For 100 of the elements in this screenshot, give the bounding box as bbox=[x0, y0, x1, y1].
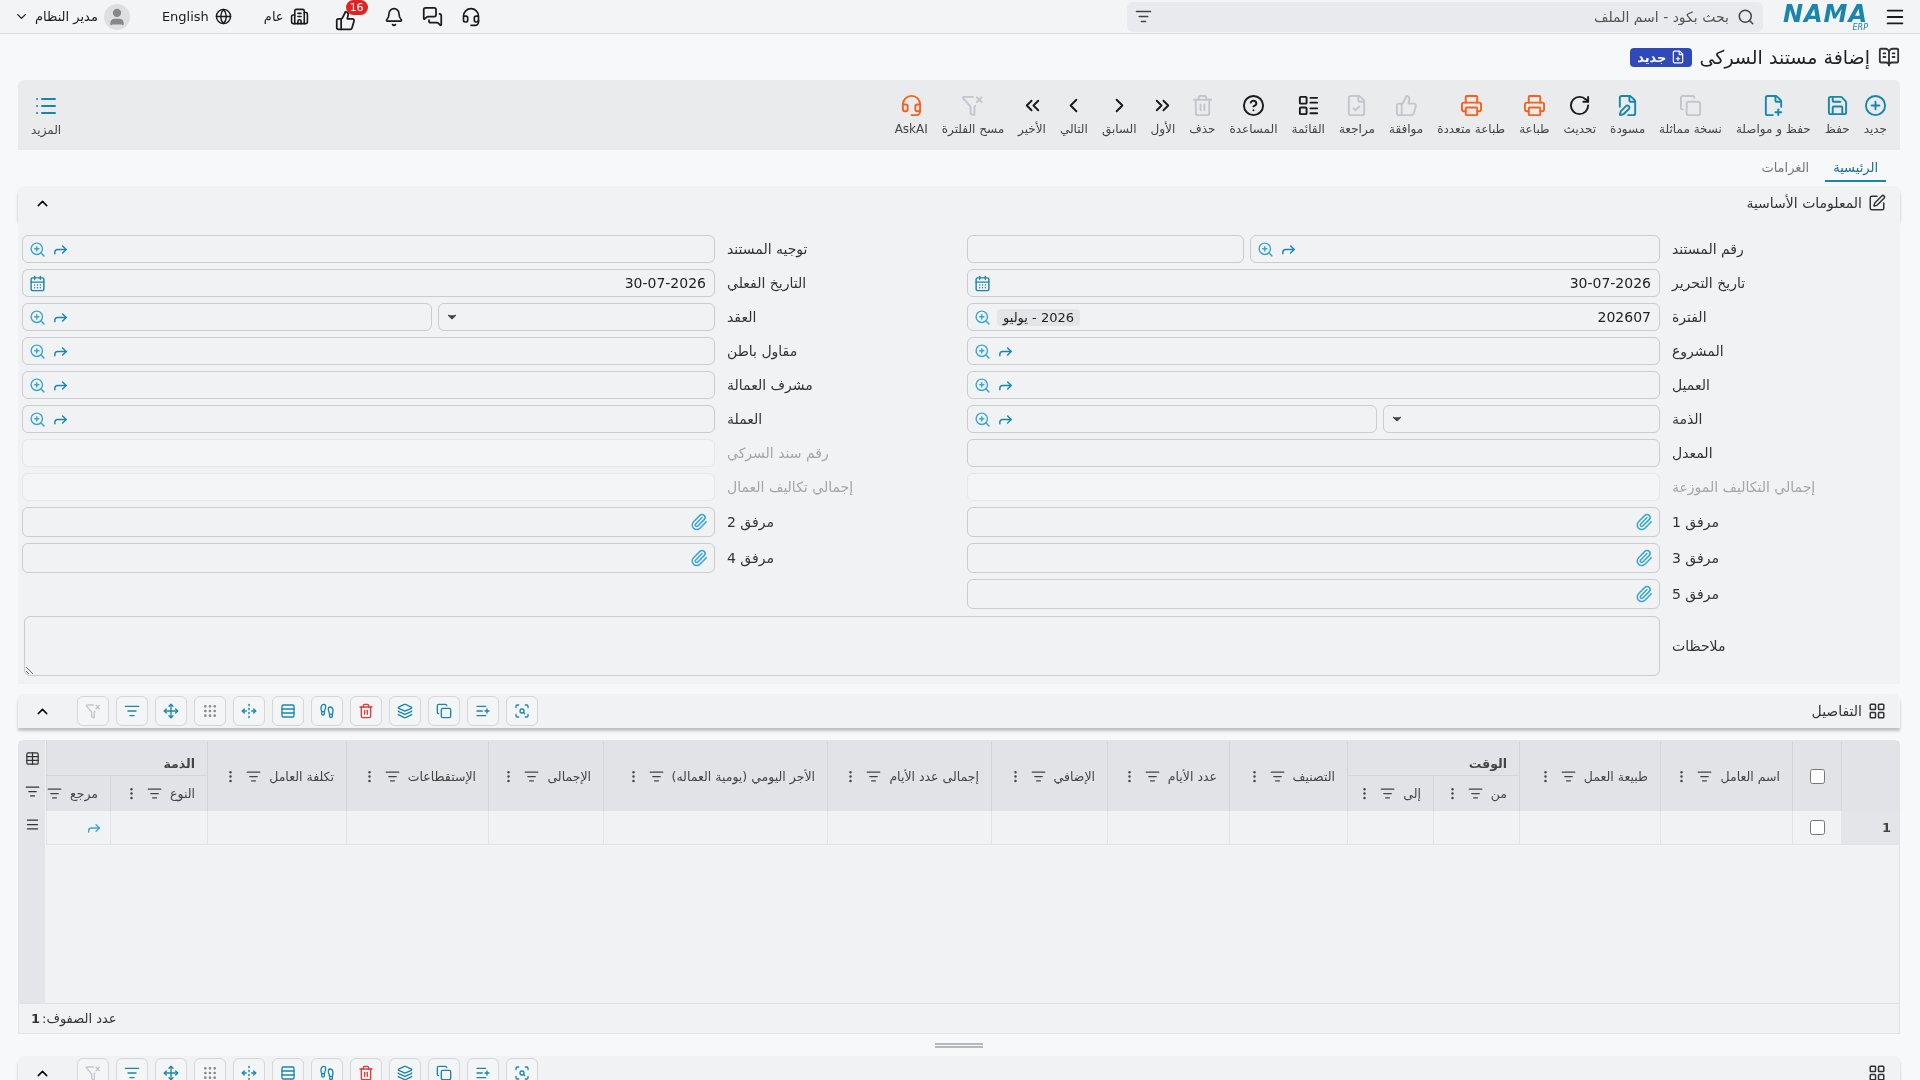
rows-button[interactable] bbox=[272, 696, 304, 726]
filter-icon[interactable] bbox=[246, 768, 262, 784]
column-header[interactable]: إلى bbox=[1347, 776, 1433, 811]
last-button[interactable]: الأخير bbox=[1011, 90, 1053, 140]
multi-print-button[interactable]: طباعة متعددة bbox=[1430, 90, 1513, 140]
column-header[interactable]: الإستقطاعات bbox=[346, 741, 488, 811]
refresh-button[interactable]: تحديث bbox=[1556, 90, 1604, 140]
search-input[interactable]: بحث بكود - اسم الملف bbox=[1157, 7, 1731, 26]
column-header[interactable]: اسم العامل bbox=[1660, 741, 1792, 811]
lookup-field[interactable] bbox=[967, 337, 1660, 365]
save-button[interactable]: حفظ bbox=[1817, 90, 1857, 140]
lookup-field[interactable] bbox=[22, 303, 432, 331]
copy-button[interactable] bbox=[428, 696, 460, 726]
language-button[interactable]: English bbox=[159, 6, 234, 27]
lookup-field[interactable] bbox=[22, 405, 715, 433]
lookup-field[interactable] bbox=[22, 337, 715, 365]
select-field[interactable] bbox=[437, 303, 715, 331]
date-field[interactable]: 30-07-2026 bbox=[967, 269, 1660, 297]
filter-button[interactable] bbox=[116, 1058, 148, 1080]
attachment-field[interactable] bbox=[967, 543, 1660, 573]
grip-button[interactable] bbox=[194, 1058, 226, 1080]
layers-button[interactable] bbox=[389, 1058, 421, 1080]
filter-icon[interactable] bbox=[24, 784, 40, 799]
attachment-field[interactable] bbox=[22, 543, 715, 573]
period-input[interactable]: 202607 bbox=[1086, 308, 1653, 326]
filter-icon[interactable] bbox=[1560, 768, 1576, 784]
lookup-field[interactable] bbox=[967, 405, 1377, 433]
run-button[interactable] bbox=[311, 1058, 343, 1080]
filter-icon[interactable] bbox=[866, 768, 882, 784]
filter-icon[interactable] bbox=[1380, 786, 1396, 801]
list-button[interactable]: القائمة bbox=[1284, 90, 1332, 140]
filter-icon[interactable] bbox=[384, 768, 400, 784]
first-button[interactable]: الأول bbox=[1143, 90, 1183, 140]
select-field[interactable] bbox=[1382, 405, 1660, 433]
search-field[interactable]: بحث بكود - اسم الملف bbox=[1126, 1, 1763, 32]
paperclip-icon[interactable] bbox=[1635, 513, 1653, 531]
calendar-icon[interactable] bbox=[29, 274, 46, 292]
select-all-checkbox[interactable] bbox=[1809, 768, 1825, 784]
fit-button[interactable] bbox=[233, 1058, 265, 1080]
paperclip-icon[interactable] bbox=[690, 549, 708, 567]
paperclip-icon[interactable] bbox=[1635, 585, 1653, 603]
lookup-field[interactable] bbox=[22, 371, 715, 399]
column-header[interactable]: الأجر اليومي (يومية العماله) bbox=[603, 741, 827, 811]
filter-icon[interactable] bbox=[147, 786, 162, 801]
filter-icon[interactable] bbox=[648, 768, 664, 784]
search-plus-icon[interactable] bbox=[974, 376, 991, 394]
column-header[interactable]: التصنيف bbox=[1229, 741, 1347, 811]
search-plus-icon[interactable] bbox=[29, 410, 46, 428]
column-header[interactable]: إجمالى عدد الأيام bbox=[827, 741, 991, 811]
run-button[interactable] bbox=[311, 696, 343, 726]
notes-field[interactable] bbox=[24, 616, 1660, 676]
search-plus-icon[interactable] bbox=[974, 342, 991, 360]
filter-icon[interactable] bbox=[1697, 768, 1713, 784]
move-button[interactable] bbox=[155, 696, 187, 726]
column-header[interactable]: مرجع bbox=[46, 776, 110, 811]
column-header[interactable]: الإضافي bbox=[991, 741, 1107, 811]
date-field[interactable]: 30-07-2026 bbox=[22, 269, 715, 297]
lookup-field[interactable] bbox=[1250, 235, 1660, 263]
copy-button[interactable] bbox=[428, 1058, 460, 1080]
print-button[interactable]: طباعة bbox=[1512, 90, 1557, 140]
table-icon[interactable] bbox=[24, 751, 40, 766]
grip-button[interactable] bbox=[194, 696, 226, 726]
delete-button[interactable] bbox=[350, 1058, 382, 1080]
move-button[interactable] bbox=[155, 1058, 187, 1080]
paperclip-icon[interactable] bbox=[1635, 549, 1653, 567]
filter-icon[interactable] bbox=[1144, 768, 1160, 784]
save-continue-button[interactable]: حفظ و مواصلة bbox=[1728, 90, 1818, 140]
add-row-button[interactable] bbox=[467, 1058, 499, 1080]
delete-button[interactable] bbox=[350, 696, 382, 726]
branch-button[interactable]: عام bbox=[261, 5, 311, 28]
user-menu[interactable]: مدير النظام bbox=[12, 1, 132, 32]
filter-icon[interactable] bbox=[1134, 8, 1152, 25]
row-checkbox[interactable] bbox=[1809, 820, 1825, 835]
attachment-field[interactable] bbox=[967, 579, 1660, 609]
filter-icon[interactable] bbox=[1030, 768, 1046, 784]
filter-button[interactable] bbox=[116, 696, 148, 726]
date-input[interactable]: 30-07-2026 bbox=[997, 274, 1653, 292]
filter-icon[interactable] bbox=[47, 786, 62, 801]
date-input[interactable]: 30-07-2026 bbox=[52, 274, 708, 292]
column-header[interactable]: عدد الأيام bbox=[1107, 741, 1229, 811]
search-plus-icon[interactable] bbox=[1257, 240, 1275, 258]
fit-button[interactable] bbox=[233, 696, 265, 726]
ask-ai-button[interactable]: AskAI bbox=[887, 90, 935, 140]
column-header[interactable]: الإجمالى bbox=[488, 741, 603, 811]
search-plus-icon[interactable] bbox=[29, 240, 46, 258]
layers-button[interactable] bbox=[389, 696, 421, 726]
menu-icon[interactable] bbox=[24, 817, 40, 832]
previous-button[interactable]: السابق bbox=[1094, 90, 1144, 140]
search-plus-icon[interactable] bbox=[29, 308, 46, 326]
input-field[interactable] bbox=[967, 439, 1660, 467]
tab[interactable]: الرئيسية bbox=[1825, 156, 1886, 182]
search-plus-icon[interactable] bbox=[29, 376, 46, 394]
column-header[interactable]: النوع bbox=[110, 776, 207, 811]
new-button[interactable]: جديد bbox=[1856, 90, 1894, 140]
search-plus-icon[interactable] bbox=[29, 342, 46, 360]
lookup-field[interactable] bbox=[967, 371, 1660, 399]
search-list-button[interactable] bbox=[506, 696, 538, 726]
lookup-field[interactable] bbox=[22, 235, 715, 263]
tab[interactable]: الغرامات bbox=[1753, 156, 1818, 182]
paperclip-icon[interactable] bbox=[690, 513, 708, 531]
